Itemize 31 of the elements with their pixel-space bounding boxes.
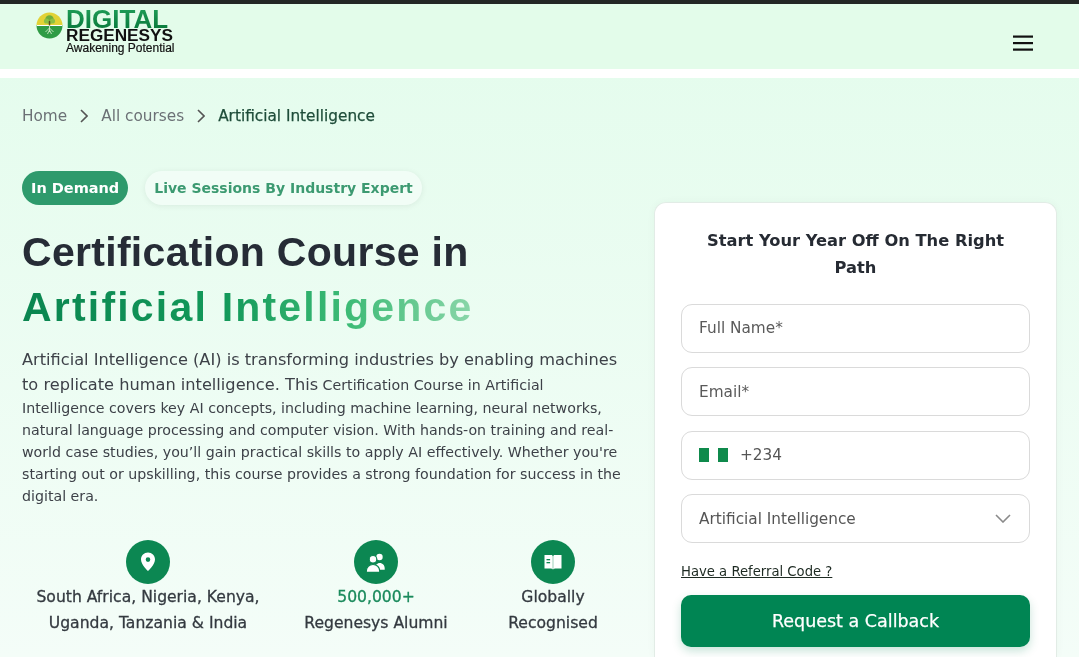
referral-link[interactable]: Have a Referral Code ? xyxy=(681,563,833,581)
breadcrumb-link[interactable]: Artificial Intelligence xyxy=(218,106,375,126)
input-field[interactable]: Full Name* xyxy=(681,303,1030,353)
description-text: Artificial Intelligence (AI) is transforming industries by enabling machines to replicate human intelligence. This Certification Course in Artificial Intelligence covers key AI concepts, including machine learning, neural networks, natural language processing and computer vision. With hands-on training and real-world case studies, you’ll gain practical skills to apply AI effectively. Whether you're starting out or upskilling, this course provides a strong foundation for success in the digital era. xyxy=(22,349,622,506)
dial-code-text: +234 xyxy=(740,446,782,464)
open-book-icon xyxy=(531,540,575,584)
form-title: Start Your Year Off On The Right Path xyxy=(705,230,1006,279)
phone-field[interactable]: +234 xyxy=(681,430,1030,480)
feature-label: Globally Recognised xyxy=(507,587,599,634)
flag-icon[interactable] xyxy=(699,448,728,462)
chevron-right-icon xyxy=(197,109,206,123)
breadcrumb-link[interactable]: Home xyxy=(22,106,68,126)
request-callback-button[interactable]: Request a Callback xyxy=(681,595,1030,647)
chevron-right-icon xyxy=(80,109,89,123)
tag-label: In Demand xyxy=(22,171,129,205)
select-dropdown[interactable]: Artificial Intelligence xyxy=(681,494,1030,543)
stat-value: 500,000+ xyxy=(337,587,415,608)
chevron-down-icon xyxy=(995,514,1011,523)
input-field[interactable]: Email* xyxy=(681,367,1030,416)
breadcrumb-link[interactable]: All courses xyxy=(101,106,185,126)
page-heading: Certification Course in Artificial Intelligence xyxy=(22,225,630,335)
logo-tagline: Awakening Potential xyxy=(66,42,175,54)
logo-title: DIGITAL xyxy=(66,10,169,29)
tree-emblem-icon xyxy=(36,12,63,39)
people-icon xyxy=(354,540,398,584)
feature-label: South Africa, Nigeria, Kenya, Uganda, Tanzania & India xyxy=(35,587,261,634)
feature-label: Regenesys Alumni xyxy=(304,613,448,634)
logo-subtitle: REGENESYS xyxy=(66,29,173,42)
location-pin-icon xyxy=(126,540,170,584)
menu-icon[interactable] xyxy=(1013,35,1033,51)
tag-label: Live Sessions By Industry Expert xyxy=(145,171,422,205)
